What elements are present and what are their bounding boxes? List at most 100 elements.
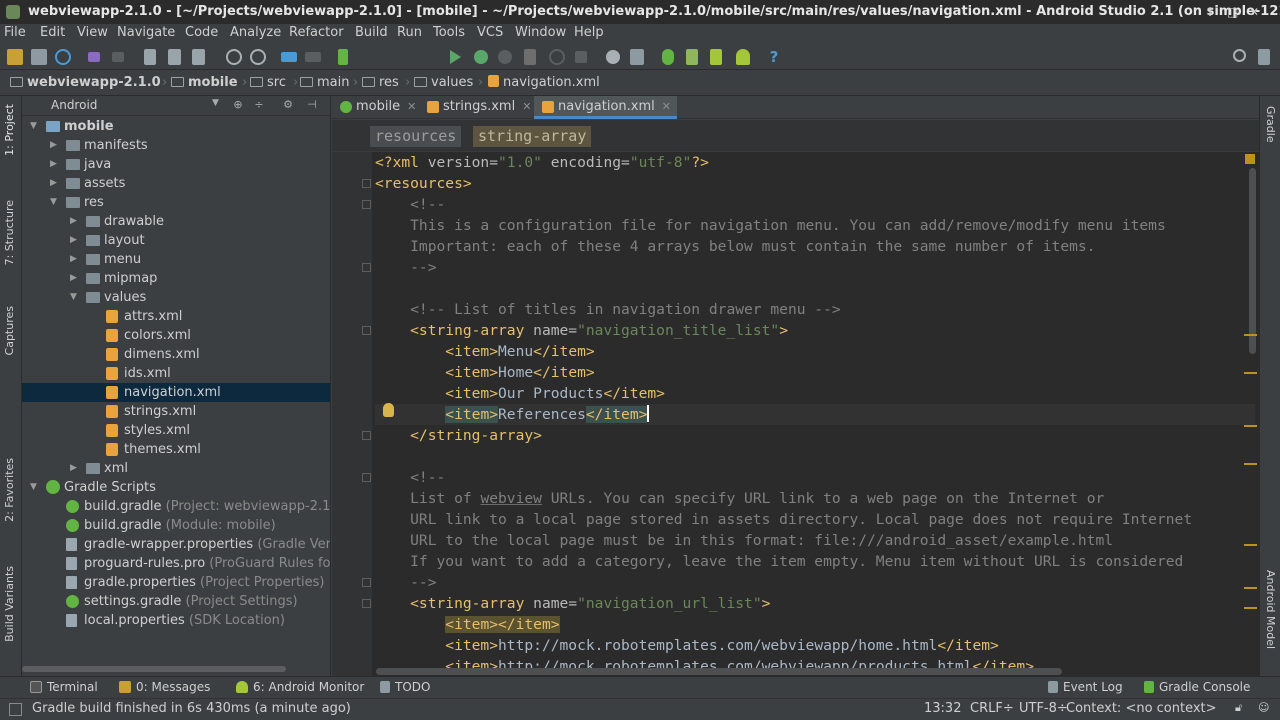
menu-navigate[interactable]: Navigate [117,24,175,41]
project-structure-icon[interactable] [630,49,644,65]
fold-marker-icon[interactable] [362,263,371,272]
tree-item[interactable]: ▼ res [22,193,330,212]
lock-icon[interactable]: 🔓︎ [1235,701,1242,715]
menu-refactor[interactable]: Refactor [289,24,344,41]
hector-icon[interactable]: ☺ [1258,701,1269,714]
save-icon[interactable] [31,49,47,65]
tree-item[interactable]: colors.xml [22,326,330,345]
code-area[interactable]: <?xml version="1.0" encoding="utf-8"?> <r… [375,152,1255,676]
warning-marker[interactable] [1244,607,1257,609]
tree-item[interactable]: ▶ layout [22,231,330,250]
debug-icon[interactable] [474,50,488,64]
editor-tab-strings[interactable]: strings.xml ✕ [419,96,533,119]
breadcrumb-file[interactable]: navigation.xml [488,75,600,90]
code-line[interactable]: This is a configuration file for navigat… [375,215,1255,236]
xml-breadcrumb-string-array[interactable]: string-array [473,126,592,147]
code-line[interactable] [375,278,1255,299]
gradle-console-tool-button[interactable]: Gradle Console [1144,680,1250,694]
code-line[interactable]: If you want to add a category, leave the… [375,551,1255,572]
menu-tools[interactable]: Tools [433,24,465,41]
project-view-selector[interactable]: Android [51,98,97,112]
collapsed-arrow-icon[interactable]: ▶ [70,231,77,250]
file-encoding[interactable]: UTF-8÷ [1019,701,1068,716]
collapsed-arrow-icon[interactable]: ▶ [70,250,77,269]
sdk-manager-icon[interactable] [710,49,722,65]
tree-item[interactable]: ▶ drawable [22,212,330,231]
tree-item[interactable]: settings.gradle (Project Settings) [22,592,330,611]
breadcrumb-project[interactable]: webviewapp-2.1.0 [10,75,161,90]
android-monitor-tool-button[interactable]: 6: Android Monitor [236,680,364,694]
warning-marker[interactable] [1244,372,1257,374]
messages-tool-button[interactable]: 0: Messages [119,680,210,694]
cut-icon[interactable] [144,49,156,65]
rerun-icon[interactable] [549,49,565,65]
code-line[interactable]: <item>Menu</item> [375,341,1255,362]
replace-icon[interactable] [250,49,266,65]
code-line[interactable]: Important: each of these 4 arrays below … [375,236,1255,257]
tool-tab-gradle[interactable]: Gradle [1264,106,1277,143]
code-line[interactable]: <item>References</item> [375,404,1255,425]
menu-window[interactable]: Window [515,24,566,41]
layout-icon[interactable] [1258,49,1270,65]
todo-tool-button[interactable]: TODO [380,680,430,694]
tree-item[interactable]: ▶ xml [22,459,330,478]
code-line[interactable] [375,446,1255,467]
code-editor[interactable]: resources string-array <?xml version="1.… [332,120,1259,676]
fold-marker-icon[interactable] [362,578,371,587]
tree-item[interactable]: ▶ assets [22,174,330,193]
tree-item[interactable]: gradle-wrapper.properties (Gradle Versio… [22,535,330,554]
code-line[interactable]: <resources> [375,173,1255,194]
tree-item[interactable]: ▼ mobile [22,117,330,136]
caret-position[interactable]: 13:32 [924,701,961,716]
code-line[interactable]: <item>http://mock.robotemplates.com/webv… [375,635,1255,656]
close-icon[interactable]: ✕ [522,100,531,113]
tree-item[interactable]: ▶ mipmap [22,269,330,288]
paste-icon[interactable] [192,49,205,65]
sync-gradle-icon[interactable] [662,49,674,65]
gear-icon[interactable]: ⚙ [282,99,294,111]
menu-vcs[interactable]: VCS [477,24,503,41]
tree-item[interactable]: ▶ java [22,155,330,174]
lightbulb-icon[interactable] [383,403,394,417]
avd-manager-icon[interactable] [686,49,698,65]
code-line[interactable]: <string-array name="navigation_url_list"… [375,593,1255,614]
warning-marker[interactable] [1244,334,1257,336]
menu-help[interactable]: Help [574,24,604,41]
tree-item[interactable]: ▼ values [22,288,330,307]
fold-marker-icon[interactable] [362,200,371,209]
stop-icon[interactable] [575,51,587,63]
editor-tab-navigation[interactable]: navigation.xml ✕ [534,96,677,119]
xml-breadcrumb-resources[interactable]: resources [370,126,462,147]
tree-item[interactable]: ▶ menu [22,250,330,269]
collapsed-arrow-icon[interactable]: ▶ [70,459,77,478]
fold-marker-icon[interactable] [362,326,371,335]
tree-item[interactable]: navigation.xml [22,383,330,402]
window-close-button[interactable]: ✕ [1249,0,1259,24]
sync-icon[interactable] [55,49,71,65]
tree-item[interactable]: local.properties (SDK Location) [22,611,330,630]
code-line[interactable]: --> [375,572,1255,593]
editor-tab-mobile[interactable]: mobile ✕ [332,96,419,119]
breadcrumb-res[interactable]: res [362,75,399,90]
help-icon[interactable]: ? [766,49,782,65]
menu-build[interactable]: Build [355,24,388,41]
code-line[interactable]: --> [375,257,1255,278]
code-line[interactable]: <item>Our Products</item> [375,383,1255,404]
editor-gutter[interactable] [332,152,372,676]
tree-item[interactable]: build.gradle (Project: webviewapp-2.1.0) [22,497,330,516]
tree-item[interactable]: dimens.xml [22,345,330,364]
collapse-all-icon[interactable]: ÷ [253,99,265,111]
back-icon[interactable] [281,52,297,62]
tree-item[interactable]: strings.xml [22,402,330,421]
redo-icon[interactable] [112,52,124,62]
make-icon[interactable] [338,49,348,65]
expanded-arrow-icon[interactable]: ▼ [70,288,77,307]
warning-marker[interactable] [1244,587,1257,589]
chevron-down-icon[interactable]: ▼ [212,98,219,108]
breadcrumb-values[interactable]: values [414,75,473,90]
expanded-arrow-icon[interactable]: ▼ [50,193,57,212]
settings-icon[interactable] [606,50,620,64]
tool-tab-favorites[interactable]: 2: Favorites [3,458,16,522]
code-line[interactable]: <!-- [375,194,1255,215]
code-line[interactable]: <string-array name="navigation_title_lis… [375,320,1255,341]
